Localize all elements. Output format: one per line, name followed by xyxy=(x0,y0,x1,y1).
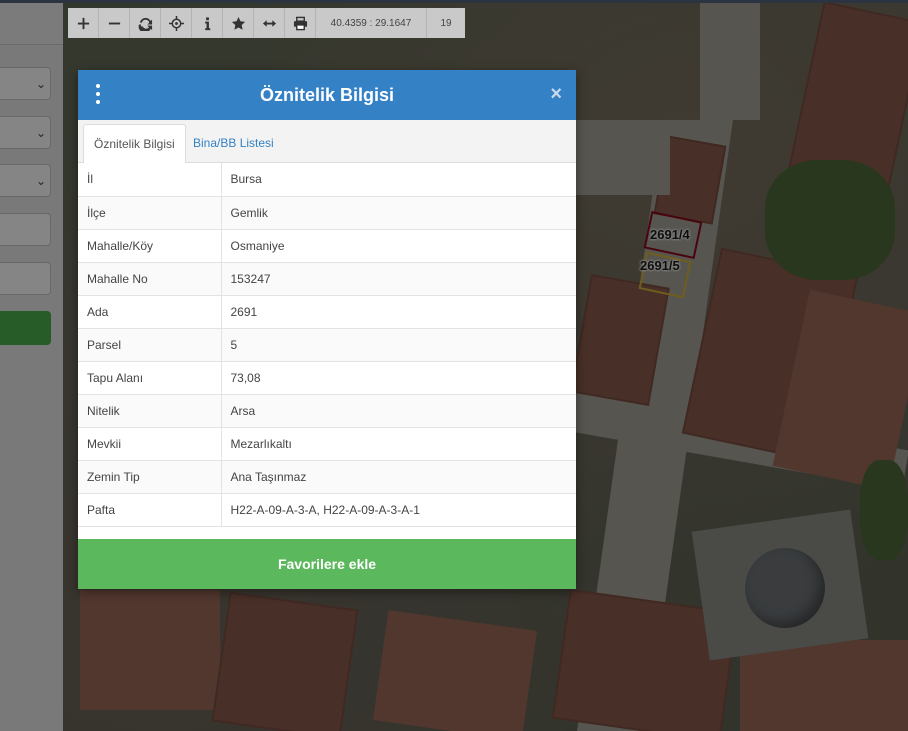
attribute-value: Bursa xyxy=(221,163,576,197)
coordinate-readout: 40.4359 : 29.1647 xyxy=(316,8,427,38)
attribute-info-dialog: Öznitelik Bilgisi × Öznitelik Bilgisi Bi… xyxy=(78,70,576,589)
attribute-table: İl Bursa İlçe Gemlik Mahalle/Köy Osmaniye Maha… xyxy=(78,163,576,527)
attribute-key: Mahalle No xyxy=(78,262,222,296)
attribute-key: Tapu Alanı xyxy=(78,361,222,395)
print-button[interactable] xyxy=(285,8,316,38)
attribute-key: Nitelik xyxy=(78,394,222,428)
locate-icon xyxy=(168,15,184,31)
tab-building-list[interactable]: Bina/BB Listesi xyxy=(183,124,284,162)
attribute-key: Pafta xyxy=(78,493,222,527)
table-row: Mevkii Mezarlıkaltı xyxy=(78,427,576,461)
table-row: Zemin Tip Ana Taşınmaz xyxy=(78,460,576,494)
add-to-favorites-button[interactable]: Favorilere ekle xyxy=(78,539,576,589)
attribute-key: İlçe xyxy=(78,196,222,230)
attribute-value: Arsa xyxy=(221,394,576,428)
zoom-in-button[interactable] xyxy=(68,8,99,38)
measure-icon xyxy=(262,19,276,27)
attribute-key: Zemin Tip xyxy=(78,460,222,494)
print-icon xyxy=(293,16,307,30)
vertical-dots-menu-icon[interactable] xyxy=(96,84,104,106)
attribute-value: Gemlik xyxy=(221,196,576,230)
zoom-out-button[interactable] xyxy=(99,8,130,38)
attribute-key: İl xyxy=(78,163,222,197)
table-row: İl Bursa xyxy=(78,163,576,197)
refresh-icon xyxy=(138,17,152,31)
attribute-value: H22-A-09-A-3-A, H22-A-09-A-3-A-1 xyxy=(221,493,576,527)
attribute-key: Mevkii xyxy=(78,427,222,461)
dialog-title: Öznitelik Bilgisi xyxy=(259,85,395,105)
attribute-value: Osmaniye xyxy=(221,229,576,263)
attribute-key: Parsel xyxy=(78,328,222,362)
info-button[interactable] xyxy=(192,8,223,38)
star-icon xyxy=(231,16,245,30)
table-row: İlçe Gemlik xyxy=(78,196,576,230)
attribute-value: Mezarlıkaltı xyxy=(221,427,576,461)
table-row: Parsel 5 xyxy=(78,328,576,362)
dialog-header: Öznitelik Bilgisi × xyxy=(78,70,576,120)
table-row: Ada 2691 xyxy=(78,295,576,329)
attribute-value: 2691 xyxy=(221,295,576,329)
zoom-level-readout: 19 xyxy=(440,17,452,29)
attribute-value: 153247 xyxy=(221,262,576,296)
locate-button[interactable] xyxy=(161,8,192,38)
tab-attribute-info[interactable]: Öznitelik Bilgisi xyxy=(83,124,186,163)
zoom-in-icon xyxy=(77,17,89,29)
attribute-value: 5 xyxy=(221,328,576,362)
attribute-key: Mahalle/Köy xyxy=(78,229,222,263)
map-toolbar: 40.4359 : 29.1647 19 xyxy=(68,8,465,38)
zoom-out-icon xyxy=(108,22,120,24)
attribute-value: Ana Taşınmaz xyxy=(221,460,576,494)
top-strip xyxy=(0,0,908,3)
favorite-button[interactable] xyxy=(223,8,254,38)
attribute-value: 73,08 xyxy=(221,361,576,395)
measure-button[interactable] xyxy=(254,8,285,38)
table-row: Tapu Alanı 73,08 xyxy=(78,361,576,395)
table-row: Mahalle/Köy Osmaniye xyxy=(78,229,576,263)
info-icon xyxy=(204,16,210,30)
dialog-tabs: Öznitelik Bilgisi Bina/BB Listesi xyxy=(78,120,576,163)
close-icon[interactable]: × xyxy=(550,83,562,105)
refresh-button[interactable] xyxy=(130,8,161,38)
table-row: Nitelik Arsa xyxy=(78,394,576,428)
table-row: Pafta H22-A-09-A-3-A, H22-A-09-A-3-A-1 xyxy=(78,493,576,527)
table-row: Mahalle No 153247 xyxy=(78,262,576,296)
attribute-key: Ada xyxy=(78,295,222,329)
